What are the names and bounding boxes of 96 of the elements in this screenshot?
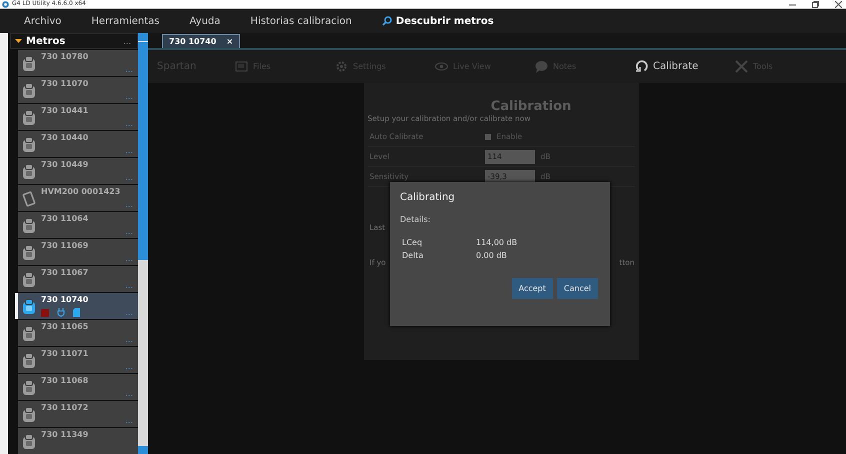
result-value: 0.00 dB [476, 251, 508, 260]
meter-item[interactable]: 730 11068 ... [18, 374, 138, 400]
meter-icon [22, 218, 36, 234]
menu-item[interactable]: Historias calibracion [240, 9, 362, 33]
chat-icon [535, 60, 548, 73]
more-icon[interactable]: ... [125, 120, 133, 128]
plug-icon [57, 308, 65, 317]
meter-item[interactable]: 730 11071 ... [18, 347, 138, 373]
caret-icon [15, 38, 22, 44]
meter-item[interactable]: 730 11070 ... [18, 77, 138, 103]
sidebar-title: Metros [26, 36, 66, 46]
scroll-thumb[interactable] [138, 41, 148, 260]
stop-icon [41, 308, 49, 316]
meter-icon [22, 407, 36, 423]
meter-icon [22, 353, 36, 369]
more-icon[interactable]: ... [125, 228, 133, 236]
meter-name: 730 11064 [41, 214, 88, 224]
details-label: Details: [400, 215, 432, 224]
meter-icon [22, 245, 36, 261]
meter-icon [22, 137, 36, 153]
files-icon [235, 60, 248, 73]
meter-icon [22, 56, 36, 72]
meter-name: HVM200 0001423 [41, 187, 120, 197]
more-icon[interactable]: ... [125, 93, 133, 101]
meter-item[interactable]: 730 11349 [18, 428, 138, 454]
result-name: LCeq [402, 238, 424, 247]
meter-item[interactable]: 730 11067 ... [18, 266, 138, 292]
dialog-title: Calibrating [400, 192, 456, 203]
more-icon[interactable]: ... [125, 174, 133, 182]
more-icon[interactable]: ... [125, 201, 133, 209]
search-icon [382, 16, 392, 26]
scroll-up-icon[interactable] [138, 33, 148, 41]
device-icon [22, 191, 36, 207]
meter-name: 730 10449 [41, 160, 88, 170]
meter-item[interactable]: 730 10780 ... [18, 50, 138, 76]
panel-title: Calibration [490, 99, 572, 114]
more-icon[interactable]: ... [125, 363, 133, 371]
meter-icon [22, 434, 36, 450]
meter-icon [22, 299, 36, 315]
tools-icon [735, 60, 748, 73]
more-icon[interactable]: ... [125, 390, 133, 398]
meter-icon [22, 83, 36, 99]
meter-name: 730 10740 [41, 295, 88, 305]
meter-icon [22, 326, 36, 342]
meter-name: 730 11067 [41, 268, 88, 278]
meter-icon [22, 272, 36, 288]
meter-name: 730 10440 [41, 133, 88, 143]
meter-name: 730 11072 [41, 403, 88, 413]
meter-icon [22, 164, 36, 180]
meter-item[interactable]: 730 11069 ... [18, 239, 138, 265]
meter-name: 730 11070 [41, 79, 88, 89]
meter-item[interactable]: 730 10449 ... [18, 158, 138, 184]
scroll-down-icon[interactable] [138, 446, 148, 454]
result-value: 114,00 dB [476, 238, 518, 247]
toolbar-tab[interactable]: Calibrate [635, 60, 735, 73]
meter-name: 730 11068 [41, 376, 88, 386]
meter-item[interactable]: HVM200 0001423 ... [18, 185, 138, 211]
meter-item[interactable]: 730 11072 ... [18, 401, 138, 427]
meter-item[interactable]: 730 11065 ... [18, 320, 138, 346]
checkbox[interactable] [484, 134, 490, 140]
accept-button[interactable]: Accept [512, 278, 553, 299]
maximize-icon [812, 0, 819, 8]
more-icon[interactable]: ... [125, 255, 133, 263]
more-icon[interactable]: ... [125, 417, 133, 425]
close-icon[interactable]: × [226, 37, 234, 46]
settings-icon [335, 60, 348, 73]
more-icon[interactable]: ... [125, 147, 133, 155]
sidebar-header[interactable]: Metros ... [10, 33, 138, 49]
more-icon[interactable]: ... [125, 309, 133, 317]
result-name: Delta [402, 251, 424, 260]
scrollbar[interactable] [138, 33, 148, 454]
calibrate-icon [635, 60, 648, 73]
meter-name: 730 10441 [41, 106, 88, 116]
meter-icon [22, 380, 36, 396]
meter-name: 730 11069 [41, 241, 88, 251]
more-icon[interactable]: ... [125, 66, 133, 74]
more-icon[interactable]: ... [123, 36, 131, 46]
menu-item[interactable]: Descubrir metros [372, 9, 504, 33]
meter-name: 730 11065 [41, 322, 88, 332]
more-icon[interactable]: ... [125, 336, 133, 344]
menu-item[interactable]: Ayuda [180, 9, 230, 33]
device-tab[interactable]: 730 10740 × [162, 34, 240, 48]
cancel-button[interactable]: Cancel [556, 278, 598, 299]
meter-name: 730 11071 [41, 349, 88, 359]
meter-item[interactable]: 730 10440 ... [18, 131, 138, 157]
meter-icon [22, 110, 36, 126]
meter-name: 730 10780 [41, 52, 88, 62]
meter-item[interactable]: 730 11064 ... [18, 212, 138, 238]
more-icon[interactable]: ... [125, 282, 133, 290]
eye-icon [435, 60, 448, 73]
close-icon [835, 0, 842, 8]
menu-item[interactable]: Herramientas [81, 9, 170, 33]
meter-item[interactable]: 730 10740 ... [18, 293, 138, 319]
meter-item[interactable]: 730 10441 ... [18, 104, 138, 130]
menu-item[interactable]: Archivo [14, 9, 72, 33]
meter-name: 730 11349 [41, 430, 88, 440]
